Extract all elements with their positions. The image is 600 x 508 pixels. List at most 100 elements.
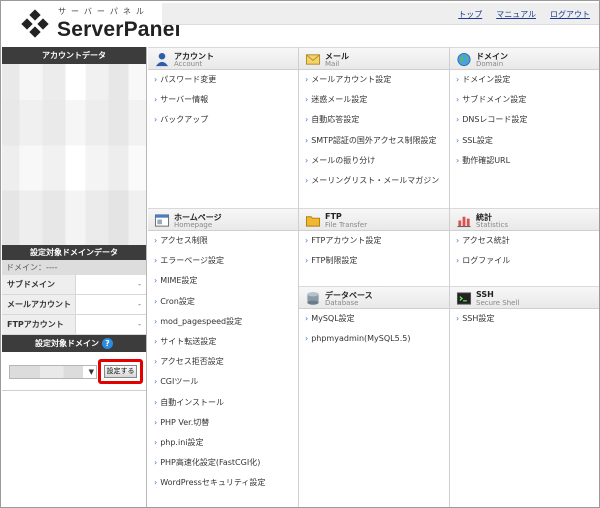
section-statistics: 統計 Statistics › アクセス統計 › ログファイル bbox=[450, 208, 599, 271]
menu-item[interactable]: › Cron設定 bbox=[148, 292, 298, 312]
arrow-icon: › bbox=[154, 437, 158, 447]
menu-item[interactable]: › DNSレコード設定 bbox=[450, 110, 599, 130]
section-header: 統計 Statistics bbox=[450, 208, 599, 231]
menu-item[interactable]: › メールの振り分け bbox=[299, 151, 449, 171]
bar-chart-icon bbox=[457, 216, 471, 228]
menu-item[interactable]: › mod_pagespeed設定 bbox=[148, 312, 298, 332]
section-subtitle: Mail bbox=[325, 60, 340, 68]
menu-list: › ドメイン設定 › サブドメイン設定 › DNSレコード設定 › SSL設定 › 動作確… bbox=[450, 70, 599, 171]
menu-list: › MySQL設定 › phpmyadmin(MySQL5.5) bbox=[299, 309, 449, 349]
header-bar: トップ マニュアル ログアウト bbox=[162, 3, 599, 25]
menu-item[interactable]: › メールアカウント設定 bbox=[299, 70, 449, 90]
top-links: トップ マニュアル ログアウト bbox=[458, 9, 590, 20]
main-menu-grid: アカウント Account › パスワード変更 › サーバー情報 › バックアップ ホ… bbox=[148, 47, 599, 507]
menu-item[interactable]: › FTP制限設定 bbox=[299, 251, 449, 271]
database-icon bbox=[307, 292, 319, 305]
menu-item[interactable]: › アクセス統計 bbox=[450, 231, 599, 251]
arrow-icon: › bbox=[305, 155, 309, 165]
menu-column: アカウント Account › パスワード変更 › サーバー情報 › バックアップ ホ… bbox=[148, 47, 299, 507]
menu-column: メール Mail › メールアカウント設定 › 迷惑メール設定 › 自動応答設定 › S… bbox=[299, 47, 450, 507]
menu-item[interactable]: › WordPressセキュリティ設定 bbox=[148, 473, 298, 493]
menu-item[interactable]: › サーバー情報 bbox=[148, 90, 298, 110]
menu-item[interactable]: › 迷惑メール設定 bbox=[299, 90, 449, 110]
arrow-icon: › bbox=[154, 115, 158, 125]
menu-item[interactable]: › php.ini設定 bbox=[148, 433, 298, 453]
section-ftp: FTP File Transfer › FTPアカウント設定 › FTP制限設定 bbox=[299, 208, 449, 271]
section-header: FTP File Transfer bbox=[299, 208, 449, 231]
arrow-icon: › bbox=[305, 175, 309, 185]
menu-item[interactable]: › phpmyadmin(MySQL5.5) bbox=[299, 329, 449, 349]
menu-item[interactable]: › FTPアカウント設定 bbox=[299, 231, 449, 251]
menu-column: ドメイン Domain › ドメイン設定 › サブドメイン設定 › DNSレコード設定… bbox=[450, 47, 599, 507]
menu-item[interactable]: › バックアップ bbox=[148, 110, 298, 130]
menu-item[interactable]: › SSL設定 bbox=[450, 131, 599, 151]
menu-item[interactable]: › アクセス制限 bbox=[148, 231, 298, 251]
set-button[interactable]: 設定する bbox=[104, 365, 137, 378]
menu-item[interactable]: › MySQL設定 bbox=[299, 309, 449, 329]
arrow-icon: › bbox=[456, 135, 460, 145]
menu-item[interactable]: › メーリングリスト・メールマガジン bbox=[299, 171, 449, 191]
arrow-icon: › bbox=[154, 336, 158, 346]
domain-label: ドメイン：---- bbox=[2, 260, 146, 275]
top-link[interactable]: トップ bbox=[458, 9, 482, 20]
section-title: FTP bbox=[325, 212, 342, 221]
menu-item[interactable]: › アクセス拒否設定 bbox=[148, 352, 298, 372]
section-subtitle: Secure Shell bbox=[476, 299, 520, 307]
section-homepage: ホームページ Homepage › アクセス制限 › エラーページ設定 › MIME設… bbox=[148, 208, 298, 493]
arrow-icon: › bbox=[154, 417, 158, 427]
menu-item[interactable]: › MIME設定 bbox=[148, 271, 298, 291]
arrow-icon: › bbox=[154, 276, 158, 286]
menu-item[interactable]: › サイト転送設定 bbox=[148, 332, 298, 352]
menu-list: › SSH設定 bbox=[450, 309, 599, 329]
menu-item[interactable]: › PHP Ver.切替 bbox=[148, 413, 298, 433]
section-subtitle: Account bbox=[174, 60, 203, 68]
section-account: アカウント Account › パスワード変更 › サーバー情報 › バックアップ bbox=[148, 47, 298, 131]
menu-item[interactable]: › パスワード変更 bbox=[148, 70, 298, 90]
globe-icon bbox=[457, 52, 471, 67]
header: サーバーパネル ServerPanel トップ マニュアル ログアウト bbox=[2, 2, 599, 44]
arrow-icon: › bbox=[154, 316, 158, 326]
menu-item[interactable]: › SMTP認証の国外アクセス制限設定 bbox=[299, 131, 449, 151]
help-icon[interactable]: ? bbox=[102, 338, 113, 349]
menu-list: › アクセス統計 › ログファイル bbox=[450, 231, 599, 271]
homepage-icon bbox=[154, 214, 170, 227]
section-subtitle: File Transfer bbox=[325, 221, 368, 229]
terminal-icon bbox=[456, 292, 472, 305]
info-row-ftp-account: FTPアカウント - bbox=[2, 315, 146, 335]
menu-list: › メールアカウント設定 › 迷惑メール設定 › 自動応答設定 › SMTP認証の国外ア… bbox=[299, 70, 449, 191]
account-data-heading: アカウントデータ bbox=[2, 47, 146, 64]
menu-item[interactable]: › 自動応答設定 bbox=[299, 110, 449, 130]
domain-select[interactable]: ▼ bbox=[9, 365, 97, 379]
arrow-icon: › bbox=[154, 478, 158, 488]
menu-list: › パスワード変更 › サーバー情報 › バックアップ bbox=[148, 70, 298, 131]
menu-item[interactable]: › 自動インストール bbox=[148, 393, 298, 413]
section-header: ドメイン Domain bbox=[450, 47, 599, 70]
section-mail: メール Mail › メールアカウント設定 › 迷惑メール設定 › 自動応答設定 › S… bbox=[299, 47, 449, 191]
arrow-icon: › bbox=[456, 314, 460, 323]
menu-item[interactable]: › ログファイル bbox=[450, 251, 599, 271]
arrow-icon: › bbox=[305, 314, 309, 323]
section-subtitle: Database bbox=[325, 299, 359, 307]
arrow-icon: › bbox=[305, 95, 309, 105]
menu-item[interactable]: › PHP高速化設定(FastCGI化) bbox=[148, 453, 298, 473]
info-value: - bbox=[138, 300, 141, 309]
menu-item[interactable]: › ドメイン設定 bbox=[450, 70, 599, 90]
manual-link[interactable]: マニュアル bbox=[496, 9, 536, 20]
menu-item[interactable]: › SSH設定 bbox=[450, 309, 599, 329]
logout-link[interactable]: ログアウト bbox=[550, 9, 590, 20]
user-icon bbox=[155, 52, 169, 67]
info-key: サブドメイン bbox=[2, 275, 76, 294]
account-data-blurred bbox=[2, 64, 146, 245]
info-value: - bbox=[138, 280, 141, 289]
section-ssh: SSH Secure Shell › SSH設定 bbox=[450, 286, 599, 329]
mail-icon bbox=[305, 54, 321, 65]
info-row-subdomain: サブドメイン - bbox=[2, 275, 146, 295]
menu-item[interactable]: › 動作確認URL bbox=[450, 151, 599, 171]
section-subtitle: Domain bbox=[476, 60, 504, 68]
menu-item[interactable]: › CGIツール bbox=[148, 372, 298, 392]
menu-item[interactable]: › エラーページ設定 bbox=[148, 251, 298, 271]
section-header: データベース Database bbox=[299, 286, 449, 309]
serverpanel-logo-icon bbox=[21, 9, 49, 38]
arrow-icon: › bbox=[456, 95, 460, 105]
menu-item[interactable]: › サブドメイン設定 bbox=[450, 90, 599, 110]
